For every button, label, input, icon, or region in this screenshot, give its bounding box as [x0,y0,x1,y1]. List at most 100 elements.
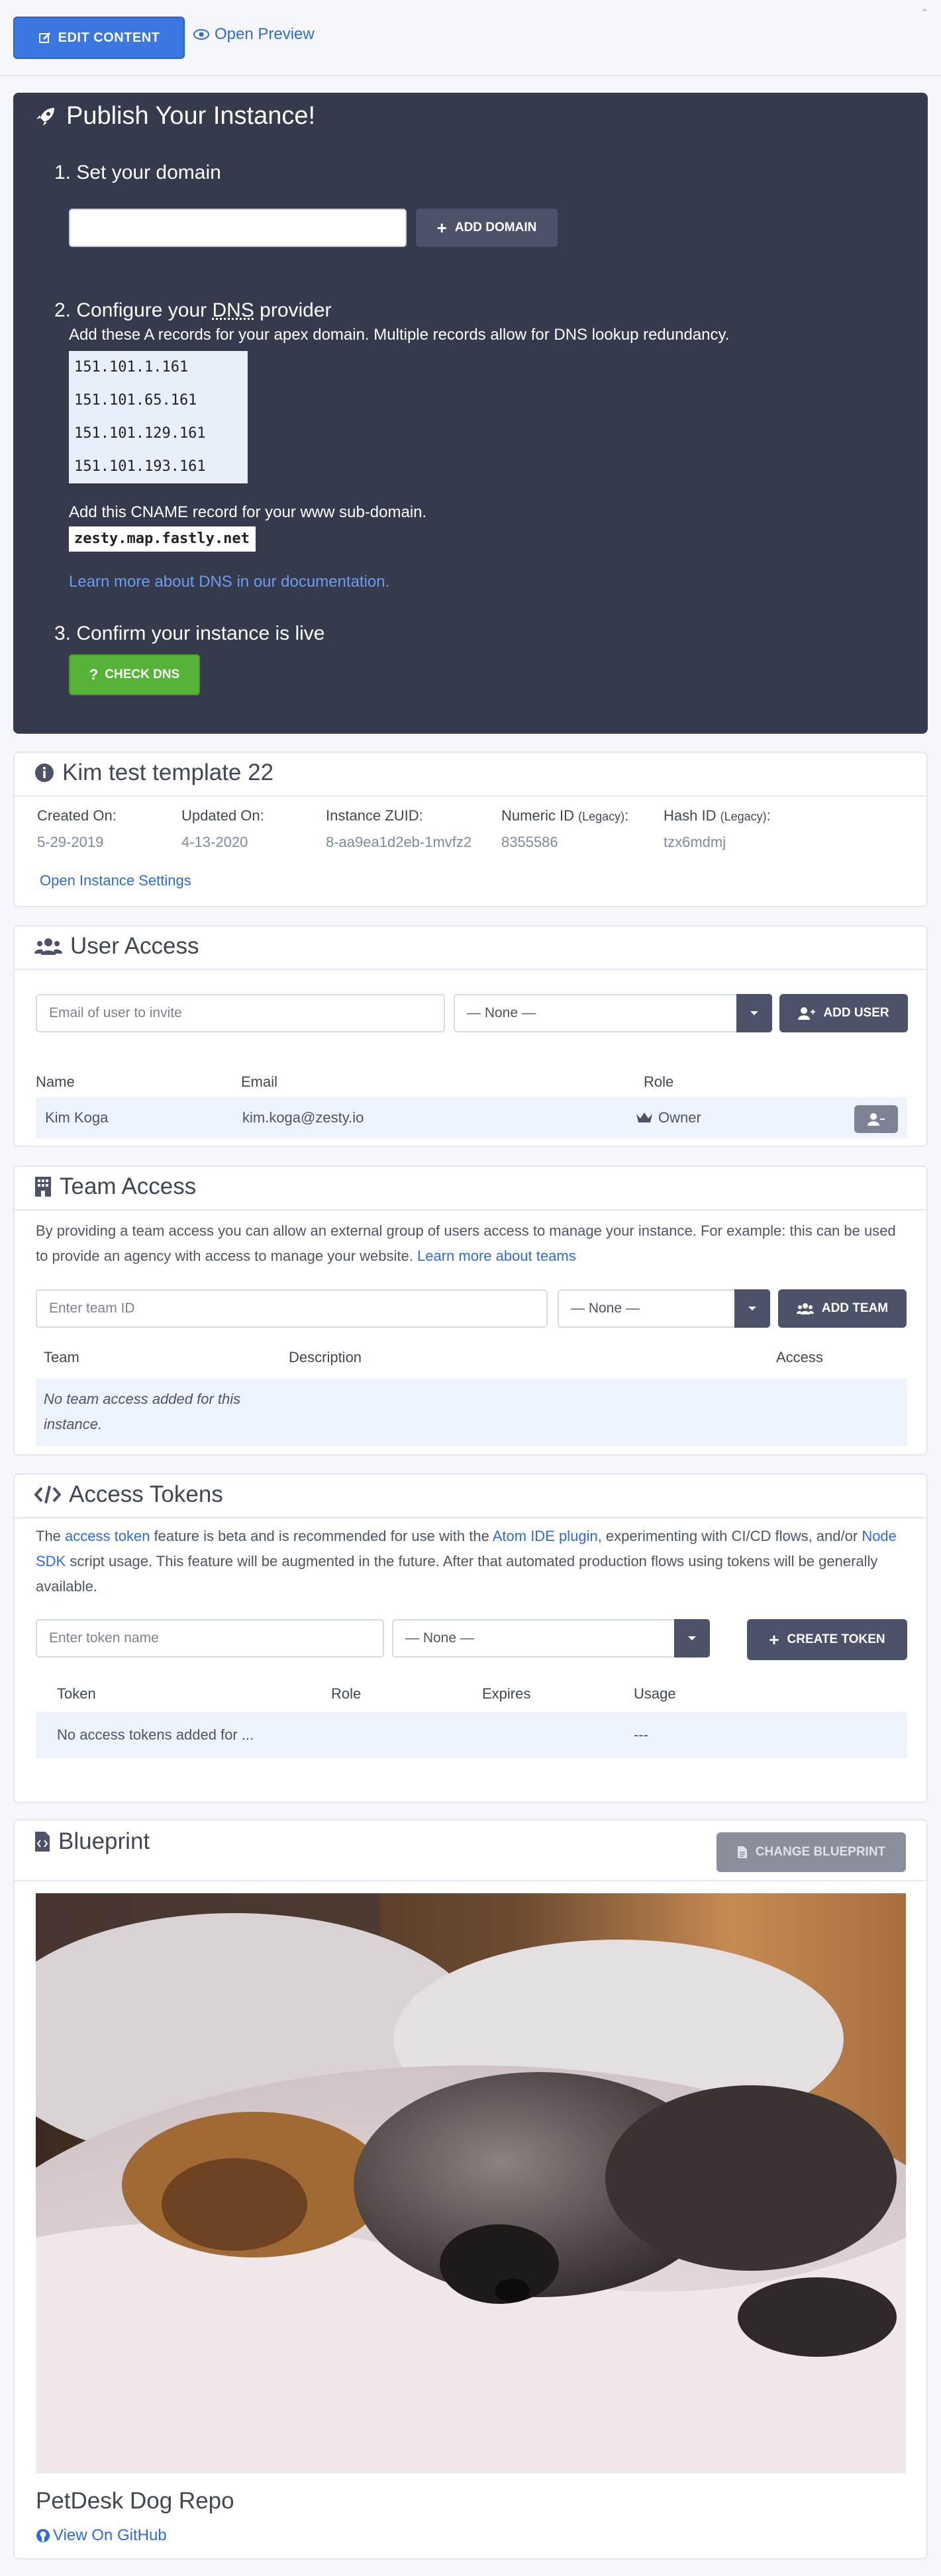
a-records-list: 151.101.1.161 151.101.65.161 151.101.129… [69,351,248,483]
add-domain-button[interactable]: + ADD DOMAIN [416,209,558,247]
token-name-input[interactable]: Enter token name [36,1619,384,1658]
user-permissions-button[interactable] [854,1105,898,1133]
file-code-icon [35,1832,50,1852]
chevron-down-icon[interactable] [674,1619,710,1658]
user-role-select[interactable]: — None — [454,994,772,1032]
hash-id-colon: : [766,807,771,824]
step2-prefix: 2. Configure your [54,299,213,321]
numeric-id-label: Numeric ID (Legacy): [501,807,628,824]
team-id-input[interactable]: Enter team ID [36,1289,548,1328]
add-user-label: ADD USER [823,1006,889,1020]
view-on-github-link[interactable]: View On GitHub [36,2526,167,2545]
col-header-expires: Expires [482,1685,531,1702]
check-dns-button[interactable]: ? CHECK DNS [69,654,200,695]
user-role-text: Owner [658,1109,701,1126]
create-token-label: CREATE TOKEN [787,1632,885,1646]
open-preview-link[interactable]: Open Preview [193,25,315,44]
change-blueprint-button[interactable]: CHANGE BLUEPRINT [717,1832,906,1872]
updated-value: 4-13-2020 [181,834,248,850]
col-header-token: Token [57,1685,96,1702]
blueprint-card: Blueprint CHANGE BLUEPRINT PetDesk Dog R… [13,1819,928,2559]
desc-part: , experimenting with CI/CD flows, and/or [597,1528,862,1544]
collapse-caret-icon[interactable]: ⌃ [920,7,929,20]
zuid-label: Instance ZUID: [326,807,423,824]
check-dns-label: CHECK DNS [105,668,180,681]
change-blueprint-label: CHANGE BLUEPRINT [755,1845,886,1859]
team-role-select[interactable]: — None — [558,1289,770,1328]
add-team-label: ADD TEAM [821,1301,889,1315]
invite-email-input[interactable]: Email of user to invite [36,994,445,1032]
plus-icon: + [769,1629,779,1650]
team-access-title: Team Access [34,1173,196,1200]
a-record: 151.101.193.161 [74,458,206,475]
col-header-access: Access [776,1349,823,1365]
question-icon: ? [89,666,99,683]
dns-abbr: DNS [212,299,254,321]
created-label: Created On: [37,807,117,824]
no-team-access-text: No team access added for this instance. [44,1391,241,1432]
numeric-id-value: 8355586 [501,834,558,850]
cname-value: zesty.map.fastly.net [69,526,256,552]
user-role-select-value: — None — [467,1005,536,1020]
publish-panel: Publish Your Instance! 1. Set your domai… [13,93,928,734]
open-preview-label: Open Preview [215,25,315,43]
create-token-button[interactable]: + CREATE TOKEN [747,1619,907,1660]
hash-id-legacy: (Legacy) [720,810,767,823]
user-settings-icon [867,1113,885,1126]
team-access-description: By providing a team access you can allow… [36,1218,905,1269]
access-token-link[interactable]: access token [65,1528,150,1544]
publish-title-text: Publish Your Instance! [66,102,316,130]
divider [15,1880,926,1881]
user-name-cell: Kim Koga [45,1109,109,1126]
building-icon [35,1177,51,1197]
divider [15,795,926,797]
edit-icon [38,32,50,43]
a-record: 151.101.65.161 [74,392,197,409]
access-tokens-title-text: Access Tokens [69,1481,223,1507]
code-icon [34,1485,61,1504]
add-user-button[interactable]: ADD USER [779,994,908,1032]
desc-part: feature is beta and is recommended for u… [150,1528,493,1544]
team-access-title-text: Team Access [60,1173,197,1199]
dns-docs-link[interactable]: Learn more about DNS in our documentatio… [69,573,389,591]
chevron-down-icon[interactable] [734,1289,770,1328]
info-icon [35,764,54,782]
col-header-role: Role [644,1073,674,1090]
user-access-title: User Access [34,933,199,960]
table-row-empty: No access tokens added for ... --- [36,1712,907,1758]
cname-instructions: Add this CNAME record for your www sub-d… [69,503,427,521]
users-icon [34,938,62,955]
add-team-button[interactable]: ADD TEAM [778,1289,907,1328]
chevron-down-icon[interactable] [736,994,772,1032]
a-records-instructions: Add these A records for your apex domain… [69,326,730,344]
step-configure-dns: 2. Configure your DNS provider [54,299,332,322]
instance-info-card: Kim test template 22 Created On: 5-29-20… [13,752,928,907]
col-header-team: Team [44,1349,79,1365]
user-email-cell: kim.koga@zesty.io [242,1109,364,1126]
atom-ide-plugin-link[interactable]: Atom IDE plugin [493,1528,598,1544]
domain-input[interactable] [69,209,407,247]
numeric-id-colon: : [624,807,629,824]
edit-content-button[interactable]: EDIT CONTENT [13,17,185,59]
token-role-select-value: — None — [405,1630,474,1646]
view-on-github-label: View On GitHub [53,2526,167,2544]
instance-title: Kim test template 22 [34,760,273,786]
user-role-cell: Owner [636,1109,701,1126]
divider [15,1209,926,1211]
access-tokens-description: The access token feature is beta and is … [36,1524,905,1599]
edit-content-label: EDIT CONTENT [58,30,160,45]
learn-more-teams-link[interactable]: Learn more about teams [417,1248,576,1264]
open-instance-settings-link[interactable]: Open Instance Settings [40,872,191,889]
divider [15,969,926,970]
token-role-select[interactable]: — None — [392,1619,710,1658]
blueprint-cover-image [36,1893,906,2473]
blueprint-title-text: Blueprint [58,1828,150,1854]
access-tokens-card: Access Tokens The access token feature i… [13,1473,928,1803]
blueprint-title: Blueprint [34,1828,150,1855]
eye-icon [193,29,209,40]
divider [15,1517,926,1518]
col-header-email: Email [241,1073,278,1090]
file-icon [737,1846,747,1858]
step2-suffix: provider [254,299,332,321]
a-record: 151.101.129.161 [74,425,206,442]
